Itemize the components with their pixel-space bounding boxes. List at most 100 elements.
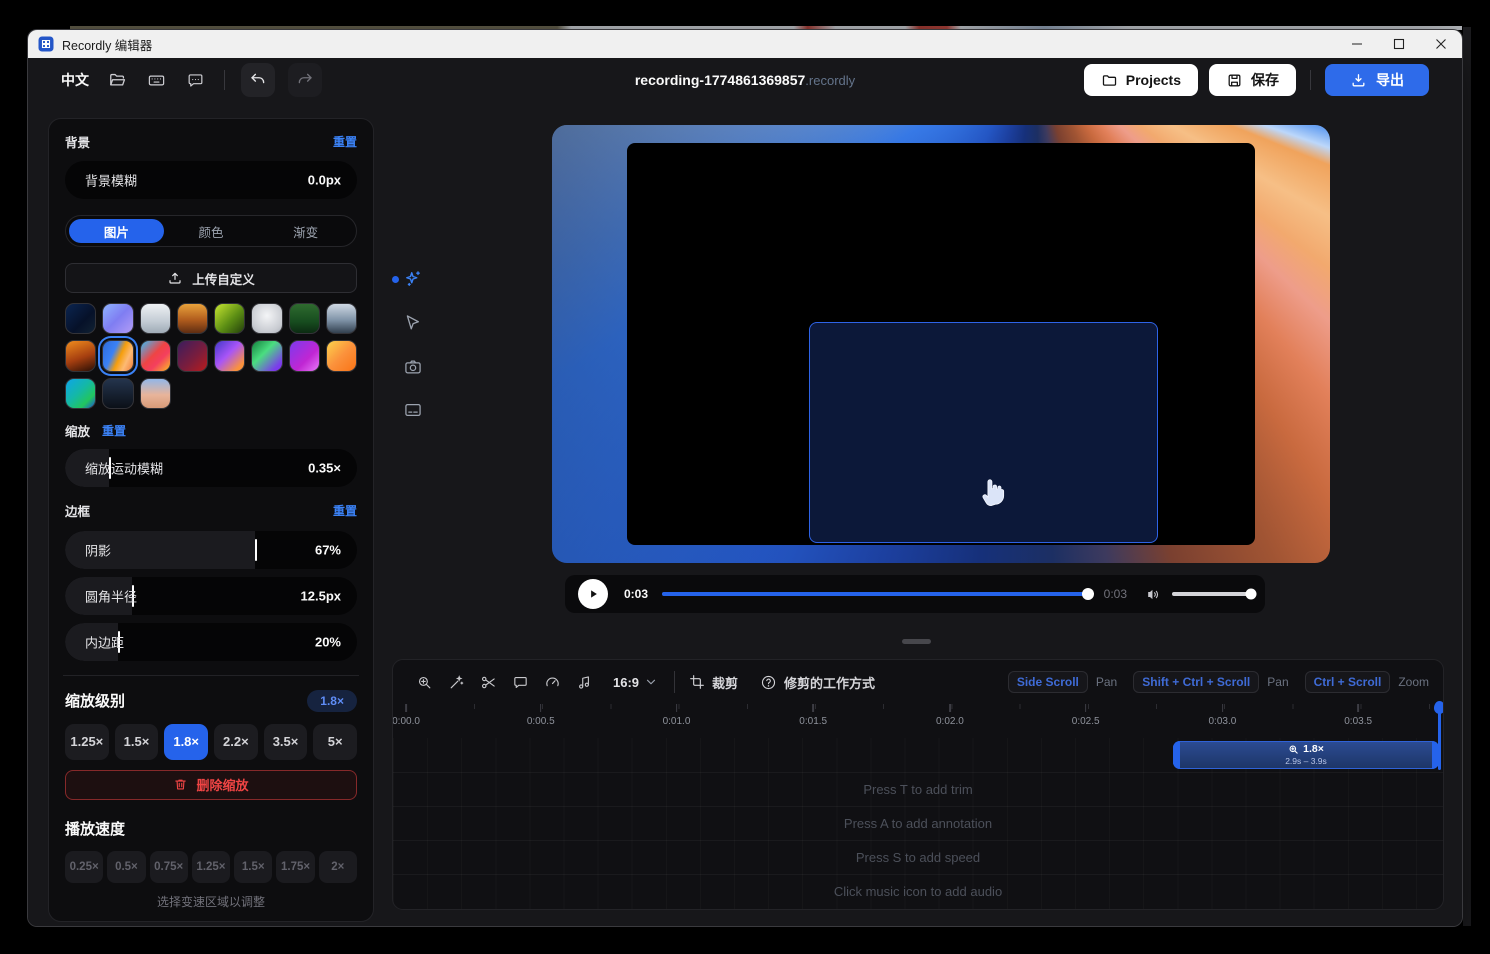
speed-option-0-25[interactable]: 0.25×	[65, 851, 103, 883]
shortcut-action-label: Pan	[1096, 675, 1117, 689]
speed-hint: Press S to add speed	[856, 850, 980, 865]
background-reset-link[interactable]: 重置	[333, 133, 357, 150]
zoom-option-1-5[interactable]: 1.5×	[115, 724, 159, 760]
export-button[interactable]: 导出	[1325, 64, 1429, 96]
annotation-track[interactable]: Press A to add annotation	[393, 806, 1443, 840]
camera-tool-icon[interactable]	[403, 357, 423, 377]
zoom-option-3-5[interactable]: 3.5×	[264, 724, 308, 760]
corner-radius-slider[interactable]: 圆角半径 12.5px	[65, 577, 357, 615]
trim-track[interactable]: Press T to add trim	[393, 772, 1443, 806]
delete-zoom-button[interactable]: 删除缩放	[65, 770, 357, 800]
captions-tool-icon[interactable]	[403, 400, 423, 420]
speaker-icon[interactable]	[1145, 586, 1162, 603]
speed-option-2[interactable]: 2×	[319, 851, 357, 883]
hand-cursor-icon	[978, 471, 1012, 509]
app-window: Recordly 编辑器 中文	[28, 30, 1462, 926]
upload-custom-button[interactable]: 上传自定义	[65, 263, 357, 293]
save-label: 保存	[1251, 70, 1279, 90]
background-thumbnail[interactable]	[177, 340, 208, 371]
projects-button[interactable]: Projects	[1084, 64, 1198, 96]
zoom-reset-link[interactable]: 重置	[102, 422, 126, 439]
speed-option-1-25[interactable]: 1.25×	[192, 851, 230, 883]
speed-option-0-5[interactable]: 0.5×	[107, 851, 145, 883]
background-thumbnail[interactable]	[214, 340, 245, 371]
volume-slider[interactable]	[1172, 592, 1252, 596]
close-icon[interactable]	[1420, 30, 1462, 58]
seek-bar-knob[interactable]	[1082, 588, 1094, 600]
crop-button[interactable]: 裁剪	[689, 673, 738, 692]
cursor-tool-icon[interactable]	[402, 313, 422, 333]
zoom-region-box[interactable]	[809, 322, 1158, 543]
undo-button[interactable]	[241, 63, 275, 97]
video-preview[interactable]	[552, 125, 1330, 563]
maximize-icon[interactable]	[1378, 30, 1420, 58]
background-thumbnail[interactable]	[326, 340, 357, 371]
zoom-option-2-2[interactable]: 2.2×	[214, 724, 258, 760]
tab-color[interactable]: 颜色	[164, 219, 259, 243]
open-folder-icon[interactable]	[104, 67, 130, 93]
language-button[interactable]: 中文	[59, 66, 91, 94]
background-thumbnail[interactable]	[65, 378, 96, 409]
zoom-segment-block[interactable]: 1.8× 2.9s – 3.9s	[1173, 741, 1439, 769]
speed-option-1-75[interactable]: 1.75×	[276, 851, 314, 883]
background-thumbnail[interactable]	[65, 303, 96, 334]
background-thumbnail[interactable]	[289, 340, 320, 371]
speed-option-0-75[interactable]: 0.75×	[150, 851, 188, 883]
timeline-ruler[interactable]: 0:00.0 0:00.5 0:01.0 0:01.5 0:02.0 0:02.…	[393, 704, 1443, 738]
background-thumbnail[interactable]	[251, 303, 282, 334]
play-button[interactable]	[578, 579, 608, 609]
trim-help-button[interactable]: 修剪的工作方式	[760, 673, 875, 692]
keyboard-shortcuts-icon[interactable]	[143, 67, 169, 93]
volume-knob[interactable]	[1246, 589, 1257, 600]
speed-gauge-icon[interactable]	[539, 669, 565, 695]
scroll-shortcut-hints: Side Scroll Pan Shift + Ctrl + Scroll Pa…	[1008, 660, 1429, 704]
slider-label: 圆角半径	[85, 586, 137, 605]
speed-track[interactable]: Press S to add speed	[393, 840, 1443, 874]
slider-handle[interactable]	[255, 539, 257, 561]
audio-track[interactable]: Click music icon to add audio	[393, 874, 1443, 908]
background-thumbnail[interactable]	[102, 378, 133, 409]
help-question-icon	[760, 674, 777, 691]
zoom-option-1-8-selected[interactable]: 1.8×	[164, 724, 208, 760]
save-button[interactable]: 保存	[1209, 64, 1296, 96]
background-thumbnail[interactable]	[140, 303, 171, 334]
minimize-icon[interactable]	[1336, 30, 1378, 58]
aspect-ratio-dropdown[interactable]: 16:9	[613, 675, 658, 690]
border-reset-link[interactable]: 重置	[333, 502, 357, 519]
timeline-zoom-in-icon[interactable]	[411, 669, 437, 695]
annotation-comment-icon[interactable]	[507, 669, 533, 695]
panel-resize-handle[interactable]	[902, 639, 931, 644]
magic-wand-icon[interactable]	[443, 669, 469, 695]
background-thumbnail[interactable]	[326, 303, 357, 334]
effects-sparkles-icon[interactable]	[403, 269, 423, 289]
seek-bar[interactable]	[662, 592, 1090, 596]
tab-gradient[interactable]: 渐变	[258, 219, 353, 243]
background-thumbnail[interactable]	[214, 303, 245, 334]
music-note-icon[interactable]	[571, 669, 597, 695]
playhead[interactable]	[1438, 704, 1441, 770]
background-thumbnail[interactable]	[289, 303, 320, 334]
background-thumbnail[interactable]	[65, 340, 96, 371]
zoom-track[interactable]: 1.8× 2.9s – 3.9s	[393, 738, 1443, 772]
background-thumbnail[interactable]	[102, 303, 133, 334]
annotation-hint: Press A to add annotation	[844, 816, 992, 831]
background-blur-slider[interactable]: 背景模糊 0.0px	[65, 161, 357, 199]
background-thumbnail[interactable]	[140, 340, 171, 371]
background-thumbnail[interactable]	[177, 303, 208, 334]
zoom-motion-blur-slider[interactable]: 缩放运动模糊 0.35×	[65, 449, 357, 487]
padding-slider[interactable]: 内边距 20%	[65, 623, 357, 661]
shadow-slider[interactable]: 阴影 67%	[65, 531, 357, 569]
background-thumbnail-selected[interactable]	[102, 340, 133, 371]
background-thumbnail[interactable]	[251, 340, 282, 371]
ruler-tick	[676, 704, 678, 712]
redo-button[interactable]	[288, 63, 322, 97]
zoom-option-1-25[interactable]: 1.25×	[65, 724, 109, 760]
timeline-panel: 16:9 裁剪 修剪的工作方式 Side Scroll Pan	[392, 659, 1444, 910]
speed-option-1-5[interactable]: 1.5×	[234, 851, 272, 883]
scissors-trim-icon[interactable]	[475, 669, 501, 695]
feedback-comment-icon[interactable]	[182, 67, 208, 93]
background-thumbnail[interactable]	[140, 378, 171, 409]
shortcut-key-badge: Side Scroll	[1008, 671, 1088, 693]
tab-image[interactable]: 图片	[69, 219, 164, 243]
zoom-option-5[interactable]: 5×	[313, 724, 357, 760]
